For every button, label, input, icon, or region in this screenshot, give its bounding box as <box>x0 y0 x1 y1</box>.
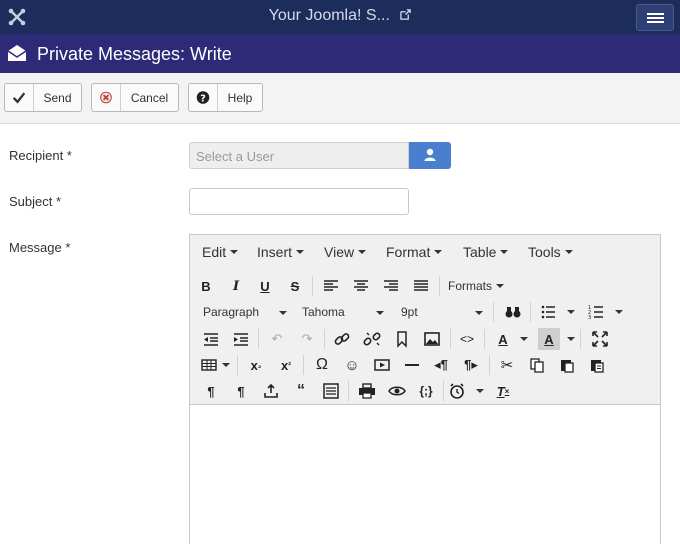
rtl-icon[interactable]: ¶▸ <box>460 354 482 376</box>
cancel-button[interactable]: Cancel <box>91 83 179 112</box>
text-color-icon[interactable]: A <box>492 328 514 350</box>
top-bar: Your Joomla! S... <box>0 0 680 34</box>
svg-text:3: 3 <box>588 315 591 321</box>
font-size-select[interactable]: 9pt <box>401 305 483 319</box>
page-title: Private Messages: Write <box>37 44 232 64</box>
message-label: Message * <box>9 240 71 255</box>
print-icon[interactable] <box>356 380 378 402</box>
link-icon[interactable] <box>331 328 353 350</box>
title-bar: Private Messages: Write <box>0 34 680 73</box>
background-color-arrow-icon[interactable] <box>567 337 575 341</box>
visual-blocks-icon[interactable]: {;} <box>415 380 437 402</box>
align-left-icon[interactable] <box>320 275 342 297</box>
formats-dropdown[interactable]: Formats <box>448 279 505 293</box>
emoticons-icon[interactable]: ☺ <box>341 354 363 376</box>
cut-icon[interactable]: ✂ <box>496 354 518 376</box>
horizontal-rule-icon[interactable] <box>401 354 423 376</box>
svg-text:?: ? <box>200 93 206 104</box>
unlink-icon[interactable] <box>361 328 383 350</box>
subject-label: Subject * <box>9 194 62 209</box>
code-icon[interactable]: <> <box>456 328 478 350</box>
select-user-button[interactable] <box>409 142 451 169</box>
subject-input[interactable] <box>189 188 409 215</box>
preview-icon[interactable] <box>386 380 408 402</box>
fullscreen-icon[interactable] <box>589 328 611 350</box>
menu-edit[interactable]: Edit <box>202 244 239 260</box>
date-time-icon[interactable] <box>446 380 468 402</box>
font-family-select[interactable]: Tahoma <box>302 305 384 319</box>
cancel-icon <box>100 84 121 111</box>
message-editor: Edit Insert View Format Table Tools B I … <box>189 234 661 546</box>
ltr-icon[interactable]: ◂¶ <box>430 354 452 376</box>
clear-formatting-icon[interactable]: T × <box>492 380 514 402</box>
superscript-icon[interactable]: x² <box>275 354 297 376</box>
strikethrough-icon[interactable]: S <box>284 275 306 297</box>
background-color-icon[interactable]: A <box>538 328 560 350</box>
special-character-icon[interactable]: Ω <box>311 354 333 376</box>
template-icon[interactable] <box>320 380 342 402</box>
cancel-label: Cancel <box>130 91 169 105</box>
menu-tools[interactable]: Tools <box>528 244 573 260</box>
question-icon: ? <box>196 84 218 111</box>
menu-toggle-button[interactable] <box>636 4 674 31</box>
blockquote-icon[interactable]: “ <box>290 380 312 402</box>
bullet-list-icon[interactable] <box>538 301 560 323</box>
anchor-bookmark-icon[interactable] <box>391 328 413 350</box>
align-right-icon[interactable] <box>380 275 402 297</box>
align-justify-icon[interactable] <box>410 275 432 297</box>
help-label: Help <box>227 91 253 105</box>
recipient-field[interactable]: Select a User <box>189 142 409 169</box>
image-icon[interactable] <box>421 328 443 350</box>
menu-table[interactable]: Table <box>463 244 509 260</box>
envelope-icon <box>7 45 27 61</box>
bullet-list-arrow-icon[interactable] <box>567 310 575 314</box>
copy-icon[interactable] <box>526 354 548 376</box>
underline-icon[interactable]: U <box>254 275 276 297</box>
paragraph-mark-icon[interactable]: ¶ <box>200 380 222 402</box>
outdent-icon[interactable] <box>200 328 222 350</box>
subscript-icon[interactable]: x₂ <box>245 354 267 376</box>
external-link-icon <box>400 9 412 20</box>
menu-format[interactable]: Format <box>386 244 443 260</box>
paragraph-select[interactable]: Paragraph <box>203 305 287 319</box>
undo-icon[interactable]: ↶ <box>266 328 288 350</box>
editor-content-area[interactable] <box>190 406 660 546</box>
date-time-arrow-icon[interactable] <box>476 389 484 393</box>
redo-icon[interactable]: ↷ <box>296 328 318 350</box>
send-button[interactable]: Send <box>4 83 82 112</box>
media-icon[interactable] <box>371 354 393 376</box>
editor-toolbar: Edit Insert View Format Table Tools B I … <box>190 235 660 405</box>
table-icon[interactable] <box>199 354 221 376</box>
site-link[interactable]: Your Joomla! S... <box>0 7 680 25</box>
paste-text-icon[interactable] <box>586 354 608 376</box>
help-button[interactable]: ? Help <box>188 83 263 112</box>
find-replace-icon[interactable] <box>502 301 524 323</box>
menu-insert[interactable]: Insert <box>257 244 305 260</box>
recipient-label: Recipient * <box>9 148 72 163</box>
table-arrow-icon[interactable] <box>222 363 230 367</box>
numbered-list-arrow-icon[interactable] <box>615 310 623 314</box>
numbered-list-icon[interactable]: 123 <box>586 301 608 323</box>
user-icon <box>424 148 436 161</box>
show-blocks-icon[interactable]: ¶ <box>230 380 252 402</box>
italic-icon[interactable]: I <box>225 275 247 297</box>
indent-icon[interactable] <box>230 328 252 350</box>
hamburger-icon <box>647 13 664 15</box>
align-center-icon[interactable] <box>350 275 372 297</box>
bold-icon[interactable]: B <box>195 275 217 297</box>
text-color-arrow-icon[interactable] <box>520 337 528 341</box>
action-toolbar: Send Cancel ? Help <box>0 73 680 124</box>
paste-icon[interactable] <box>556 354 578 376</box>
menu-view[interactable]: View <box>324 244 367 260</box>
send-label: Send <box>43 91 72 105</box>
insert-file-icon[interactable] <box>260 380 282 402</box>
check-icon <box>12 84 34 111</box>
site-name[interactable]: Your Joomla! S... <box>269 7 390 24</box>
